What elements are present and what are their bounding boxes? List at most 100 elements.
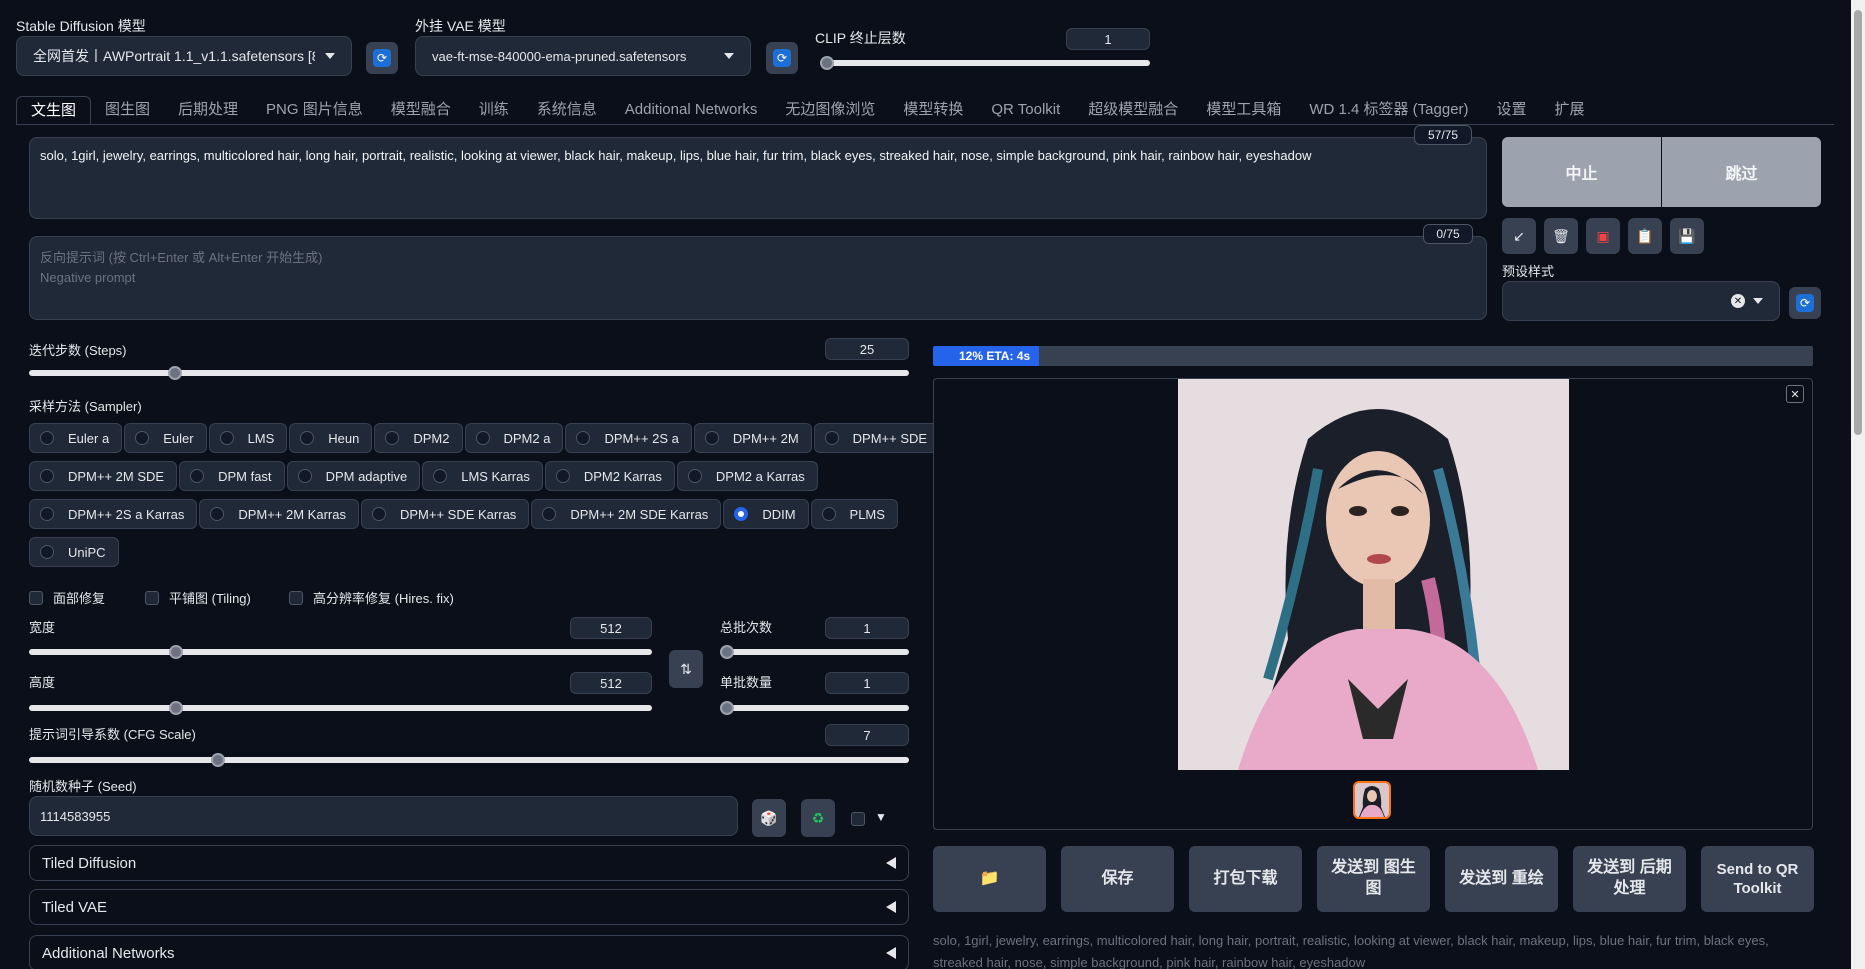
tab-img2img[interactable]: 图生图 <box>91 96 164 124</box>
zip-button[interactable]: 打包下载 <box>1189 846 1302 912</box>
close-icon[interactable]: ✕ <box>1786 385 1804 403</box>
accordion-additional-networks[interactable]: Additional Networks <box>29 935 909 969</box>
tab-model-converter[interactable]: 模型转换 <box>889 96 977 124</box>
sampler-option[interactable]: DPM++ 2M SDE Karras <box>531 499 722 529</box>
tab-additional-networks[interactable]: Additional Networks <box>611 96 772 124</box>
tab-system-info[interactable]: 系统信息 <box>523 96 611 124</box>
accordion-tiled-vae[interactable]: Tiled VAE <box>29 889 909 925</box>
refresh-vae-button[interactable]: ⟳ <box>766 42 798 74</box>
tab-txt2img[interactable]: 文生图 <box>16 96 92 124</box>
tab-super-merger[interactable]: 超级模型融合 <box>1074 96 1192 124</box>
steps-slider[interactable] <box>29 366 909 380</box>
sampler-option[interactable]: DPM++ SDE <box>813 423 941 453</box>
apply-style-button[interactable]: 📋 <box>1628 218 1662 254</box>
swap-dimensions-button[interactable]: ⇅ <box>669 650 703 688</box>
slider-thumb[interactable] <box>720 645 734 659</box>
height-slider[interactable] <box>29 701 652 715</box>
sd-model-dropdown[interactable]: 全网首发丨AWPortrait 1.1_v1.1.safetensors [86 <box>16 36 352 76</box>
vae-dropdown[interactable]: vae-ft-mse-840000-ema-pruned.safetensors <box>415 36 751 76</box>
generated-image[interactable] <box>1178 379 1569 770</box>
hires-fix-option[interactable]: 高分辨率修复 (Hires. fix) <box>289 588 454 607</box>
slider-thumb[interactable] <box>720 701 734 715</box>
sampler-option[interactable]: DPM2 Karras <box>544 461 675 491</box>
sampler-option[interactable]: UniPC <box>29 537 119 567</box>
send-to-qr-toolkit-button[interactable]: Send to QR Toolkit <box>1701 846 1814 912</box>
sampler-option[interactable]: DPM2 a <box>464 423 564 453</box>
extra-seed-checkbox[interactable] <box>851 812 865 826</box>
sampler-option[interactable]: DPM++ 2S a <box>565 423 692 453</box>
tab-tagger[interactable]: WD 1.4 标签器 (Tagger) <box>1295 96 1482 124</box>
scrollbar-thumb[interactable] <box>1854 10 1862 435</box>
tab-png-info[interactable]: PNG 图片信息 <box>252 96 377 124</box>
slider-thumb[interactable] <box>169 645 183 659</box>
seed-input[interactable]: 1114583955 <box>29 796 738 836</box>
scrollbar[interactable] <box>1851 0 1865 969</box>
sampler-option[interactable]: DPM2 <box>374 423 463 453</box>
sampler-option[interactable]: DPM++ 2M <box>693 423 812 453</box>
batch-size-slider[interactable] <box>720 701 909 715</box>
read-params-button[interactable]: ↙ <box>1502 218 1536 254</box>
sampler-option[interactable]: Euler <box>124 423 207 453</box>
sampler-option[interactable]: Euler a <box>29 423 123 453</box>
cfg-slider[interactable] <box>29 753 909 767</box>
tiling-checkbox[interactable] <box>145 590 159 605</box>
tab-extras[interactable]: 后期处理 <box>164 96 252 124</box>
negative-prompt-input[interactable]: 反向提示词 (按 Ctrl+Enter 或 Alt+Enter 开始生成) Ne… <box>29 236 1487 320</box>
save-style-button[interactable]: 💾 <box>1670 218 1704 254</box>
clip-skip-value[interactable]: 1 <box>1066 28 1150 50</box>
steps-value[interactable]: 25 <box>825 338 909 360</box>
restore-faces-checkbox[interactable] <box>29 590 43 605</box>
send-to-extras-button[interactable]: 发送到 后期处理 <box>1573 846 1686 912</box>
restore-faces-option[interactable]: 面部修复 <box>29 588 105 607</box>
styles-dropdown[interactable]: ✕ <box>1502 281 1780 321</box>
sampler-option[interactable]: DPM fast <box>179 461 285 491</box>
tab-image-browser[interactable]: 无边图像浏览 <box>771 96 889 124</box>
batch-count-slider[interactable] <box>720 645 909 659</box>
width-value[interactable]: 512 <box>570 617 652 639</box>
slider-thumb[interactable] <box>211 753 225 767</box>
random-seed-button[interactable]: 🎲 <box>752 799 786 837</box>
tab-extensions[interactable]: 扩展 <box>1541 96 1599 124</box>
send-to-img2img-button[interactable]: 发送到 图生图 <box>1317 846 1430 912</box>
width-slider[interactable] <box>29 645 652 659</box>
gallery-thumbnail[interactable] <box>1353 781 1391 819</box>
sampler-option[interactable]: DPM adaptive <box>286 461 421 491</box>
tab-train[interactable]: 训练 <box>465 96 523 124</box>
sampler-option[interactable]: LMS <box>208 423 288 453</box>
slider-thumb[interactable] <box>820 56 834 70</box>
clear-icon[interactable]: ✕ <box>1731 294 1745 308</box>
sampler-option[interactable]: DPM++ 2S a Karras <box>29 499 198 529</box>
cfg-value[interactable]: 7 <box>825 724 909 746</box>
sampler-option[interactable]: DPM++ 2M Karras <box>199 499 359 529</box>
sampler-option[interactable]: Heun <box>289 423 373 453</box>
slider-thumb[interactable] <box>169 701 183 715</box>
tab-model-toolkit[interactable]: 模型工具箱 <box>1192 96 1295 124</box>
height-value[interactable]: 512 <box>570 672 652 694</box>
refresh-styles-button[interactable]: ⟳ <box>1789 287 1821 319</box>
send-to-inpaint-button[interactable]: 发送到 重绘 <box>1445 846 1558 912</box>
sampler-option[interactable]: DDIM <box>723 499 809 529</box>
sampler-option[interactable]: PLMS <box>810 499 898 529</box>
tab-settings[interactable]: 设置 <box>1483 96 1541 124</box>
prompt-input[interactable]: solo, 1girl, jewelry, earrings, multicol… <box>29 137 1487 219</box>
interrupt-button[interactable]: 中止 <box>1502 137 1661 207</box>
sampler-option[interactable]: DPM++ 2M SDE <box>29 461 178 491</box>
tab-merge[interactable]: 模型融合 <box>377 96 465 124</box>
accordion-tiled-diffusion[interactable]: Tiled Diffusion <box>29 845 909 881</box>
sampler-option[interactable]: DPM2 a Karras <box>676 461 818 491</box>
tab-qr-toolkit[interactable]: QR Toolkit <box>977 96 1074 124</box>
triangle-down-icon[interactable]: ▼ <box>875 810 887 824</box>
batch-count-value[interactable]: 1 <box>825 617 909 639</box>
slider-thumb[interactable] <box>168 366 182 380</box>
reuse-seed-button[interactable]: ♻ <box>801 799 835 837</box>
refresh-model-button[interactable]: ⟳ <box>366 42 398 74</box>
extra-networks-button[interactable]: ▣ <box>1586 218 1620 254</box>
hires-fix-checkbox[interactable] <box>289 590 303 605</box>
skip-button[interactable]: 跳过 <box>1662 137 1821 207</box>
batch-size-value[interactable]: 1 <box>825 672 909 694</box>
open-folder-button[interactable]: 📁 <box>933 846 1046 912</box>
clear-prompt-button[interactable]: 🗑 <box>1544 218 1578 254</box>
tiling-option[interactable]: 平铺图 (Tiling) <box>145 588 251 607</box>
save-button[interactable]: 保存 <box>1061 846 1174 912</box>
sampler-option[interactable]: DPM++ SDE Karras <box>360 499 530 529</box>
